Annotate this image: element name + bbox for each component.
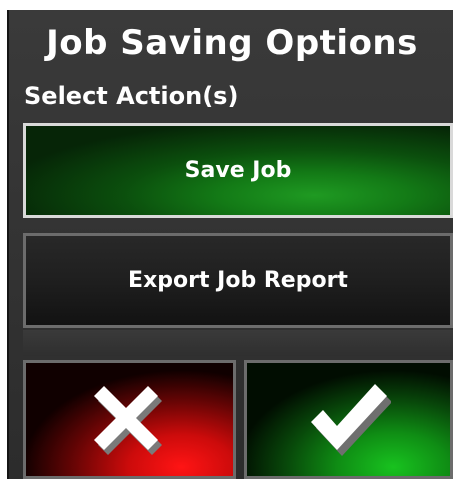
cancel-button[interactable] [23,360,236,479]
divider-bar [23,330,453,356]
job-saving-options-dialog: Job Saving Options Select Action(s) Save… [7,10,453,479]
save-job-label: Save Job [184,158,292,183]
confirm-button[interactable] [244,360,453,479]
save-job-button[interactable]: Save Job [23,123,453,218]
dialog-title: Job Saving Options [46,23,418,63]
export-job-report-button[interactable]: Export Job Report [23,233,453,328]
checkmark-icon [307,378,391,462]
export-job-report-label: Export Job Report [128,268,348,293]
close-x-icon [90,380,170,460]
dialog-subtitle: Select Action(s) [24,82,239,110]
